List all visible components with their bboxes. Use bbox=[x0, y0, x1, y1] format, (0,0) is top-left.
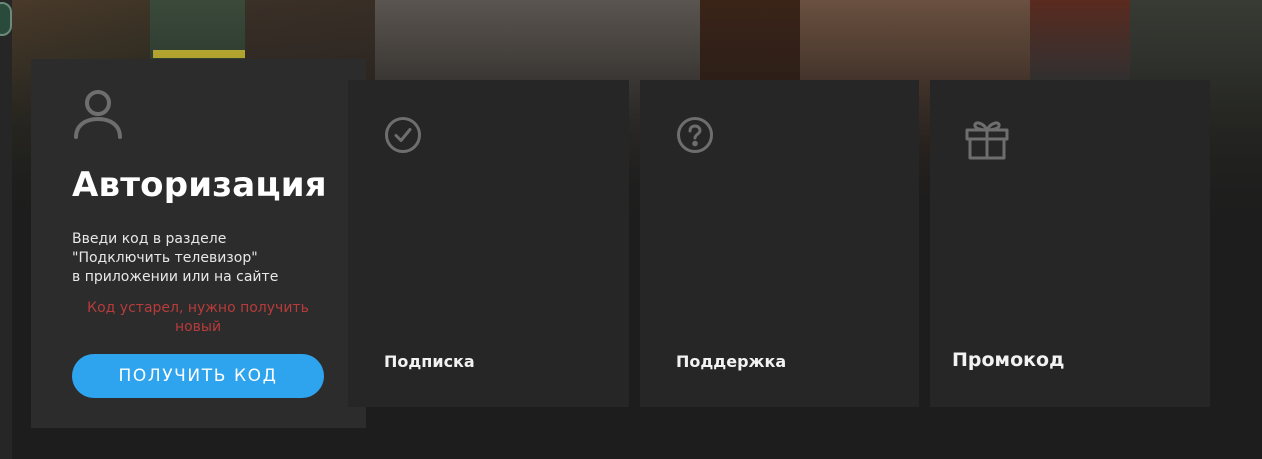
auth-title: Авторизация bbox=[72, 165, 327, 205]
auth-card: Авторизация Введи код в разделе "Подключ… bbox=[31, 59, 366, 428]
check-circle-icon bbox=[384, 116, 422, 154]
tile-subscription[interactable]: Подписка bbox=[348, 80, 629, 407]
code-expired-message: Код устарел, нужно получить новый bbox=[87, 300, 309, 335]
user-icon bbox=[72, 87, 124, 139]
auth-description-line: в приложении или на сайте bbox=[72, 269, 279, 285]
auth-description-line: Введи код в разделе bbox=[72, 231, 227, 247]
tile-promocode[interactable]: Промокод bbox=[930, 80, 1210, 407]
auth-description-line: "Подключить телевизор" bbox=[72, 250, 258, 266]
tile-label: Промокод bbox=[952, 349, 1065, 371]
side-rail bbox=[0, 0, 12, 459]
profile-avatar[interactable] bbox=[0, 2, 12, 36]
question-circle-icon bbox=[676, 116, 714, 154]
tile-label: Подписка bbox=[384, 352, 475, 371]
get-code-button[interactable]: ПОЛУЧИТЬ КОД bbox=[72, 354, 324, 398]
auth-description: Введи код в разделе "Подключить телевизо… bbox=[72, 230, 342, 287]
tile-label: Поддержка bbox=[676, 352, 787, 371]
tile-support[interactable]: Поддержка bbox=[640, 80, 919, 407]
gift-icon bbox=[964, 116, 1010, 160]
